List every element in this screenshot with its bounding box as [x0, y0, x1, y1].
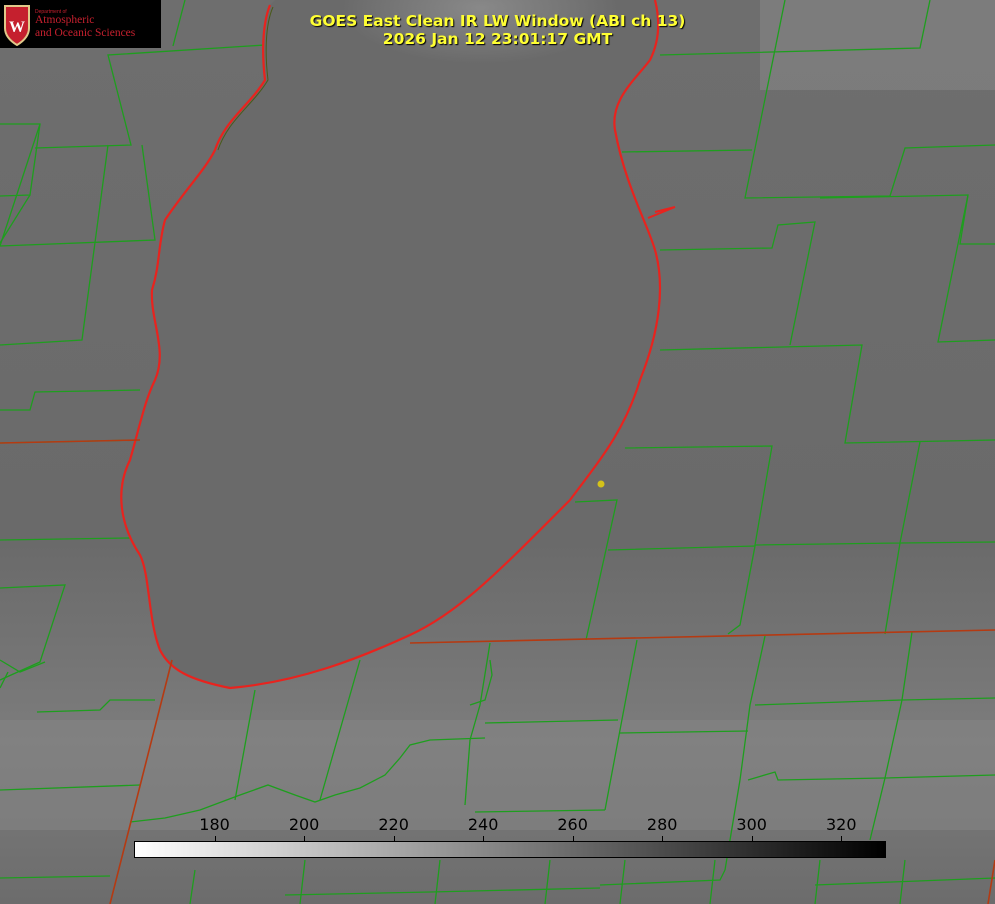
- image-title: GOES East Clean IR LW Window (ABI ch 13): [309, 12, 686, 30]
- uw-crest-icon: W: [4, 5, 30, 46]
- logo-line-2: and Oceanic Sciences: [35, 27, 136, 39]
- colorbar: [134, 841, 886, 858]
- logo-line-1: Atmospheric: [35, 14, 95, 26]
- uw-aos-logo: W Department of Atmospheric and Oceanic …: [0, 0, 161, 48]
- cloud-top-ne: [760, 0, 995, 90]
- svg-text:W: W: [9, 19, 25, 36]
- station-marker: [597, 480, 605, 488]
- image-timestamp: 2026 Jan 12 23:01:17 GMT: [382, 30, 613, 48]
- cloud-band-south: [0, 720, 995, 830]
- satellite-map: [0, 0, 995, 904]
